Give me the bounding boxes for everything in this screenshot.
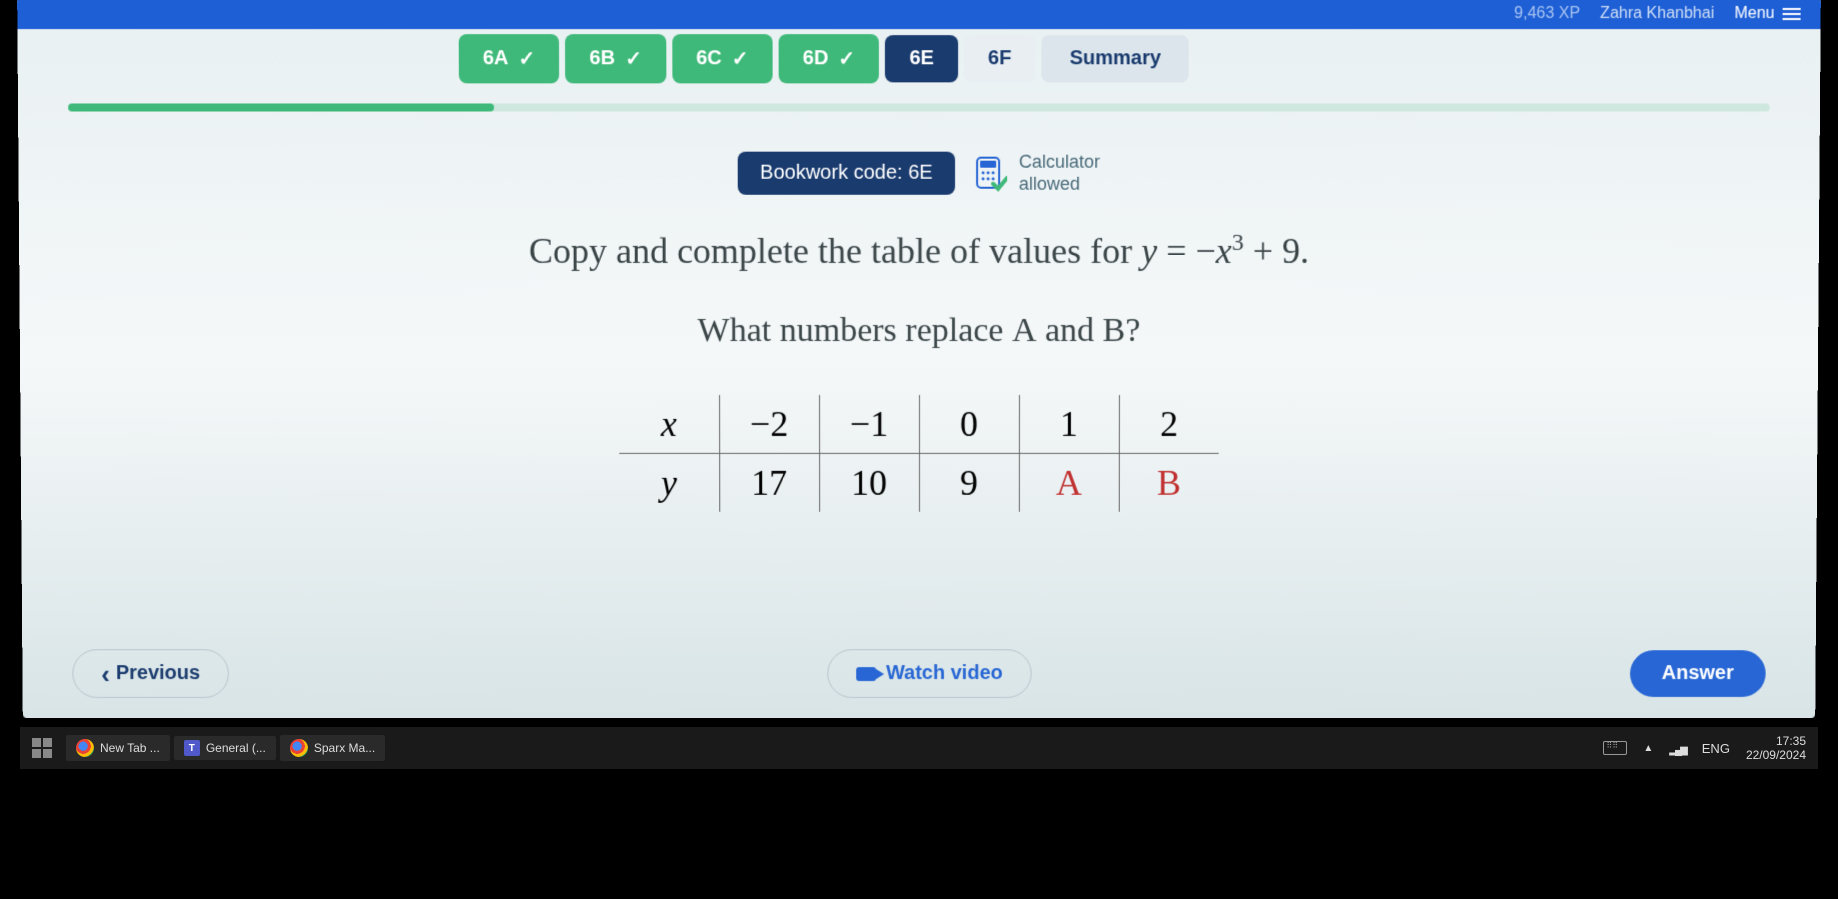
question-subprompt: What numbers replace A and B? <box>80 312 1759 350</box>
taskbar-right: ▲ ENG 17:35 22/09/2024 <box>1603 734 1806 763</box>
calc-line1: Calculator <box>1019 152 1100 174</box>
tab-6e[interactable]: 6E <box>885 35 958 82</box>
progress-fill <box>68 103 493 111</box>
y-val-a: A <box>1019 454 1119 512</box>
x-val-3: 1 <box>1019 395 1119 453</box>
windows-taskbar[interactable]: New Tab ... T General (... Sparx Ma... ▲… <box>20 727 1818 769</box>
x-val-4: 2 <box>1119 395 1219 453</box>
taskbar-item-sparx[interactable]: Sparx Ma... <box>280 735 385 761</box>
tab-6c[interactable]: 6C <box>672 34 773 83</box>
tab-label: 6B <box>589 47 615 70</box>
calculator-allowed: Calculator allowed <box>975 152 1100 195</box>
tab-6a[interactable]: 6A <box>459 34 560 83</box>
eq-suffix: + 9. <box>1244 231 1309 271</box>
tab-6d[interactable]: 6D <box>779 34 880 83</box>
taskbar-item-newtab[interactable]: New Tab ... <box>66 735 170 761</box>
sub-a: A <box>1012 312 1037 349</box>
video-icon <box>856 667 876 681</box>
tab-label: 6C <box>696 47 722 70</box>
prompt-text: Copy and complete the table of values fo… <box>529 231 1141 271</box>
tab-label: 6F <box>988 47 1011 70</box>
hamburger-icon <box>1783 8 1801 20</box>
check-icon <box>838 46 855 71</box>
bookwork-code-badge: Bookwork code: 6E <box>738 152 955 195</box>
time-text: 17:35 <box>1746 734 1806 748</box>
tab-6b[interactable]: 6B <box>565 34 666 83</box>
eq-exp: 3 <box>1232 230 1244 256</box>
app-screen: 9,463 XP Zahra Khanbhai Menu 6A 6B 6C 6D… <box>17 0 1821 718</box>
language-indicator[interactable]: ENG <box>1702 741 1730 756</box>
eq-mid: = − <box>1157 231 1216 271</box>
tab-label: Summary <box>1070 47 1161 70</box>
wifi-signal-icon[interactable] <box>1669 741 1685 756</box>
tab-label: 6D <box>803 47 829 70</box>
taskbar-item-teams[interactable]: T General (... <box>174 736 276 760</box>
windows-start-icon[interactable] <box>32 738 52 758</box>
table-row-y: y 17 10 9 A B <box>619 454 1219 512</box>
chrome-icon <box>76 739 94 757</box>
check-icon <box>625 46 642 71</box>
calculator-icon <box>975 155 1007 191</box>
bottom-action-row: Previous Watch video Answer <box>22 649 1815 698</box>
taskbar-item-label: Sparx Ma... <box>314 741 375 755</box>
tab-6f[interactable]: 6F <box>964 35 1036 82</box>
eq-lhs: y <box>1141 231 1157 271</box>
calc-line2: allowed <box>1019 173 1100 195</box>
values-table: x −2 −1 0 1 2 y 17 10 9 A B <box>619 395 1219 512</box>
answer-button[interactable]: Answer <box>1630 650 1766 697</box>
xp-counter: 9,463 XP <box>1514 5 1580 23</box>
teams-icon: T <box>184 740 200 756</box>
watch-video-button[interactable]: Watch video <box>827 649 1032 698</box>
taskbar-item-label: General (... <box>206 741 266 755</box>
y-label-cell: y <box>619 454 719 512</box>
x-val-1: −1 <box>819 395 919 453</box>
menu-button[interactable]: Menu <box>1734 5 1800 23</box>
sub-mid: and <box>1037 312 1103 349</box>
watch-video-label: Watch video <box>886 662 1003 685</box>
previous-label: Previous <box>116 662 200 685</box>
y-val-b: B <box>1119 454 1219 512</box>
top-header-bar: 9,463 XP Zahra Khanbhai Menu <box>17 0 1821 29</box>
info-row: Bookwork code: 6E Calculator allowed <box>18 152 1819 195</box>
check-icon <box>732 46 749 71</box>
question-area: Copy and complete the table of values fo… <box>19 230 1819 512</box>
progress-bar <box>68 103 1770 111</box>
tab-label: 6E <box>909 47 934 70</box>
table-row-x: x −2 −1 0 1 2 <box>619 395 1219 453</box>
taskbar-left: New Tab ... T General (... Sparx Ma... <box>32 735 385 761</box>
question-prompt: Copy and complete the table of values fo… <box>79 230 1759 272</box>
sub-b: B <box>1103 312 1126 349</box>
tab-label: 6A <box>483 47 509 70</box>
tab-summary[interactable]: Summary <box>1041 35 1189 82</box>
taskbar-item-label: New Tab ... <box>100 741 160 755</box>
sub-prefix: What numbers replace <box>698 312 1012 349</box>
tray-up-icon[interactable]: ▲ <box>1643 743 1653 754</box>
x-val-2: 0 <box>919 395 1019 453</box>
answer-label: Answer <box>1662 662 1734 684</box>
x-val-0: −2 <box>719 395 819 453</box>
keyboard-icon[interactable] <box>1603 741 1627 755</box>
eq-var: x <box>1216 231 1232 271</box>
x-label-cell: x <box>619 395 719 453</box>
previous-button[interactable]: Previous <box>72 649 229 698</box>
y-val-1: 10 <box>819 454 919 512</box>
date-text: 22/09/2024 <box>1746 748 1806 762</box>
clock[interactable]: 17:35 22/09/2024 <box>1746 734 1806 763</box>
sub-suffix: ? <box>1125 312 1140 349</box>
check-icon <box>518 46 535 71</box>
y-val-0: 17 <box>719 454 819 512</box>
menu-label: Menu <box>1734 5 1774 23</box>
y-val-2: 9 <box>919 454 1019 512</box>
chrome-icon <box>290 739 308 757</box>
user-name-label: Zahra Khanbhai <box>1600 5 1714 23</box>
